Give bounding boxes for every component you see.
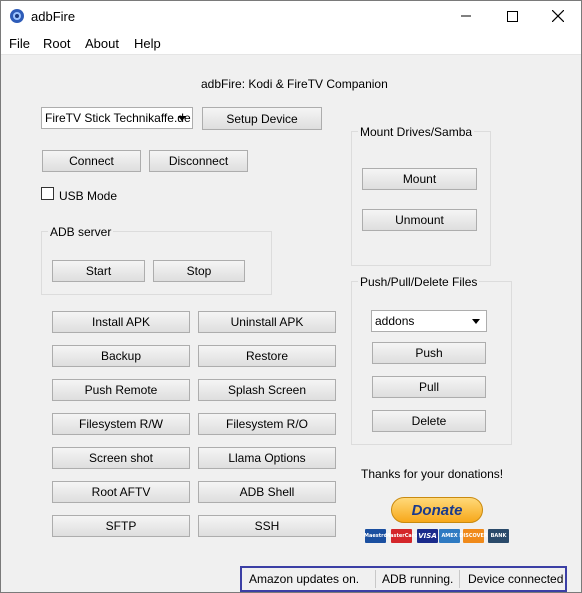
- menu-file[interactable]: File: [9, 36, 30, 51]
- amazon-updates-status: Amazon updates on.: [249, 572, 360, 586]
- mount-button[interactable]: Mount: [362, 168, 477, 190]
- llama-options-button[interactable]: Llama Options: [198, 447, 336, 469]
- discover-card-icon: DISCOVER: [459, 529, 488, 543]
- chevron-down-icon: [178, 116, 186, 121]
- push-remote-button[interactable]: Push Remote: [52, 379, 190, 401]
- mount-drives-group-label: Mount Drives/Samba: [358, 125, 475, 139]
- screen-shot-button[interactable]: Screen shot: [52, 447, 190, 469]
- close-icon: [552, 10, 564, 22]
- status-divider: [375, 570, 376, 588]
- adb-shell-button[interactable]: ADB Shell: [198, 481, 336, 503]
- sftp-button[interactable]: SFTP: [52, 515, 190, 537]
- stop-button[interactable]: Stop: [153, 260, 245, 282]
- usb-mode-checkbox[interactable]: [41, 187, 54, 200]
- files-select-value: addons: [375, 314, 415, 328]
- mastercard-card-icon: MasterCard: [385, 529, 418, 543]
- app-window: adbFire File Root About Help adbFire: Ko…: [0, 0, 582, 593]
- root-aftv-button[interactable]: Root AFTV: [52, 481, 190, 503]
- menu-about[interactable]: About: [85, 36, 119, 51]
- title-bar: adbFire: [1, 1, 581, 31]
- menu-root[interactable]: Root: [43, 36, 70, 51]
- install-apk-button[interactable]: Install APK: [52, 311, 190, 333]
- uninstall-apk-button[interactable]: Uninstall APK: [198, 311, 336, 333]
- maximize-icon: [506, 10, 518, 22]
- adb-status: ADB running.: [382, 572, 454, 586]
- close-button[interactable]: [535, 1, 581, 31]
- start-button[interactable]: Start: [52, 260, 145, 282]
- minimize-button[interactable]: [443, 1, 489, 31]
- menu-help[interactable]: Help: [134, 36, 161, 51]
- amex-card-icon: AMEX: [439, 529, 460, 543]
- minimize-icon: [461, 15, 471, 17]
- filesystem-ro-button[interactable]: Filesystem R/O: [198, 413, 336, 435]
- device-select-value: FireTV Stick Technikaffe.de: [45, 111, 191, 125]
- maximize-button[interactable]: [489, 1, 535, 31]
- pull-button[interactable]: Pull: [372, 376, 486, 398]
- menu-bar: File Root About Help: [1, 31, 581, 55]
- device-status: Device connected: [468, 572, 564, 586]
- donate-button[interactable]: Donate: [391, 497, 483, 523]
- device-select[interactable]: FireTV Stick Technikaffe.de: [41, 107, 193, 129]
- window-title: adbFire: [31, 9, 76, 24]
- bank-card-icon: BANK: [488, 529, 509, 543]
- disconnect-button[interactable]: Disconnect: [149, 150, 248, 172]
- status-bar: Amazon updates on. ADB running. Device c…: [240, 566, 567, 592]
- setup-device-button[interactable]: Setup Device: [202, 107, 322, 130]
- ssh-button[interactable]: SSH: [198, 515, 336, 537]
- adb-server-group-label: ADB server: [48, 225, 114, 239]
- filesystem-rw-button[interactable]: Filesystem R/W: [52, 413, 190, 435]
- donation-thanks: Thanks for your donations!: [361, 467, 504, 481]
- files-select[interactable]: addons: [371, 310, 487, 332]
- usb-mode-label: USB Mode: [59, 189, 118, 203]
- status-divider: [459, 570, 460, 588]
- visa-card-icon: VISA: [417, 529, 438, 543]
- chevron-down-icon: [472, 319, 480, 324]
- unmount-button[interactable]: Unmount: [362, 209, 477, 231]
- maestro-card-icon: Maestro: [364, 529, 387, 543]
- adbfire-logo-icon: [10, 9, 24, 23]
- push-button[interactable]: Push: [372, 342, 486, 364]
- connect-button[interactable]: Connect: [42, 150, 141, 172]
- delete-button[interactable]: Delete: [372, 410, 486, 432]
- backup-button[interactable]: Backup: [52, 345, 190, 367]
- push-pull-group-label: Push/Pull/Delete Files: [358, 275, 480, 289]
- splash-screen-button[interactable]: Splash Screen: [198, 379, 336, 401]
- app-header: adbFire: Kodi & FireTV Companion: [201, 77, 388, 91]
- restore-button[interactable]: Restore: [198, 345, 336, 367]
- mount-drives-group: [351, 131, 491, 266]
